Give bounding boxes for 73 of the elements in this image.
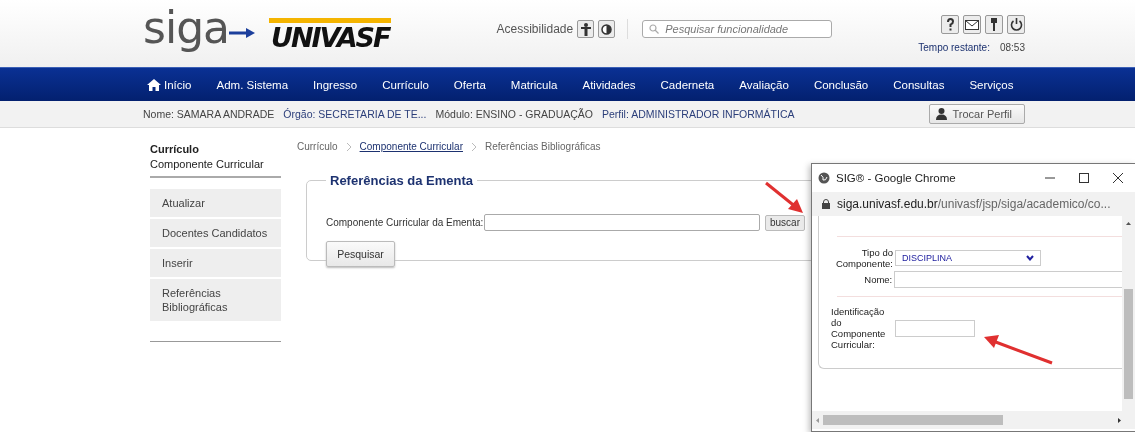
user-info: Nome: SAMARA ANDRADE [143, 108, 275, 120]
accessibility-button[interactable] [577, 20, 595, 38]
power-icon [1009, 18, 1023, 31]
univasf-logo: UNIVASF [269, 18, 392, 53]
breadcrumb-item: Referências Bibliográficas [484, 141, 601, 152]
mail-button[interactable] [963, 15, 981, 34]
breadcrumb-link[interactable]: Componente Curricular [359, 141, 463, 152]
globe-icon [818, 172, 830, 184]
user-info: Módulo: ENSINO - GRADUAÇÃO [435, 108, 593, 120]
nav-link[interactable]: Matricula [510, 78, 558, 91]
scroll-right-icon[interactable] [1118, 417, 1121, 423]
home-icon [147, 78, 161, 91]
annotation-arrow [984, 335, 1053, 365]
accessibility-label: Acessibilidade [496, 22, 574, 36]
sidebar-item[interactable]: Atualizar [150, 189, 281, 219]
window-title: SIG® - Google Chrome [836, 172, 956, 184]
user-icon [935, 108, 947, 120]
field-label: Identificação do Componente Curricular: [831, 306, 887, 350]
nav-link[interactable]: Atividades [582, 78, 636, 91]
key-icon [990, 18, 998, 31]
field-label: Nome: [863, 274, 894, 285]
close-icon[interactable] [1113, 173, 1123, 183]
chevron-icon [345, 141, 352, 152]
name-field[interactable] [894, 271, 1122, 288]
user-info: Órgão: SECRETARIA DE TE... [283, 108, 427, 120]
nav-link[interactable]: Oferta [453, 78, 486, 91]
siga-logo: siga [143, 2, 230, 54]
time-label: Tempo restante: [918, 42, 990, 53]
scroll-up-icon[interactable] [1126, 222, 1131, 225]
nav-link[interactable]: Adm. Sistema [216, 78, 289, 91]
field-label: Componente Curricular da Ementa: [326, 217, 484, 228]
search-icon [649, 24, 660, 34]
url-text: siga.univasf.edu.br/univasf/jsp/siga/academico/co... [837, 197, 1111, 211]
key-button[interactable] [985, 15, 1003, 34]
help-button[interactable] [941, 15, 959, 34]
nav-link[interactable]: Avaliação [739, 78, 789, 91]
sidebar-item[interactable]: Referências Bibliográficas [150, 279, 281, 323]
person-icon [580, 22, 591, 36]
sidebar-subtitle: Componente Curricular [150, 158, 281, 178]
nav-link[interactable]: Início [147, 78, 192, 91]
section-title: Referências da Ementa [329, 173, 475, 188]
envelope-icon [965, 19, 979, 30]
switch-profile-button[interactable]: Trocar Perfil [928, 104, 1025, 124]
submit-button[interactable]: Pesquisar [326, 241, 395, 267]
id-field[interactable] [895, 319, 975, 337]
nav-link[interactable]: Consultas [893, 78, 945, 91]
nav-link[interactable]: Serviços [969, 78, 1014, 91]
nav-link[interactable]: Caderneta [660, 78, 715, 91]
nav-link[interactable]: Ingresso [313, 78, 358, 91]
chevron-down-icon [1026, 255, 1034, 261]
lock-icon [822, 199, 830, 209]
nav-link[interactable]: Currículo [382, 78, 429, 91]
user-info: Perfil: ADMINISTRADOR INFORMÁTICA [602, 108, 795, 120]
text-field[interactable] [484, 214, 760, 231]
sidebar-item[interactable]: Docentes Candidatos [150, 219, 281, 249]
logout-button[interactable] [1007, 15, 1025, 34]
sidebar-item[interactable]: Inserir [150, 249, 281, 279]
type-dropdown[interactable]: DISCIPLINA [895, 250, 1041, 266]
chevron-icon [470, 141, 477, 152]
field-label: Tipo do Componente: [834, 247, 894, 269]
search-button[interactable]: buscar [765, 214, 805, 231]
scrollbar-thumb[interactable] [823, 415, 1003, 425]
logo-arrow-icon [229, 28, 256, 38]
scrollbar-thumb[interactable] [1124, 289, 1133, 399]
time-value: 08:53 [999, 42, 1025, 53]
nav-link[interactable]: Conclusão [813, 78, 869, 91]
search-field[interactable]: Pesquisar funcionalidade [642, 20, 833, 38]
annotation-arrow [765, 181, 803, 213]
contrast-icon [601, 23, 613, 35]
breadcrumb-item: Currículo [297, 141, 338, 152]
contrast-button[interactable] [598, 20, 616, 38]
maximize-icon[interactable] [1079, 173, 1089, 183]
sidebar-title: Currículo [150, 143, 200, 155]
